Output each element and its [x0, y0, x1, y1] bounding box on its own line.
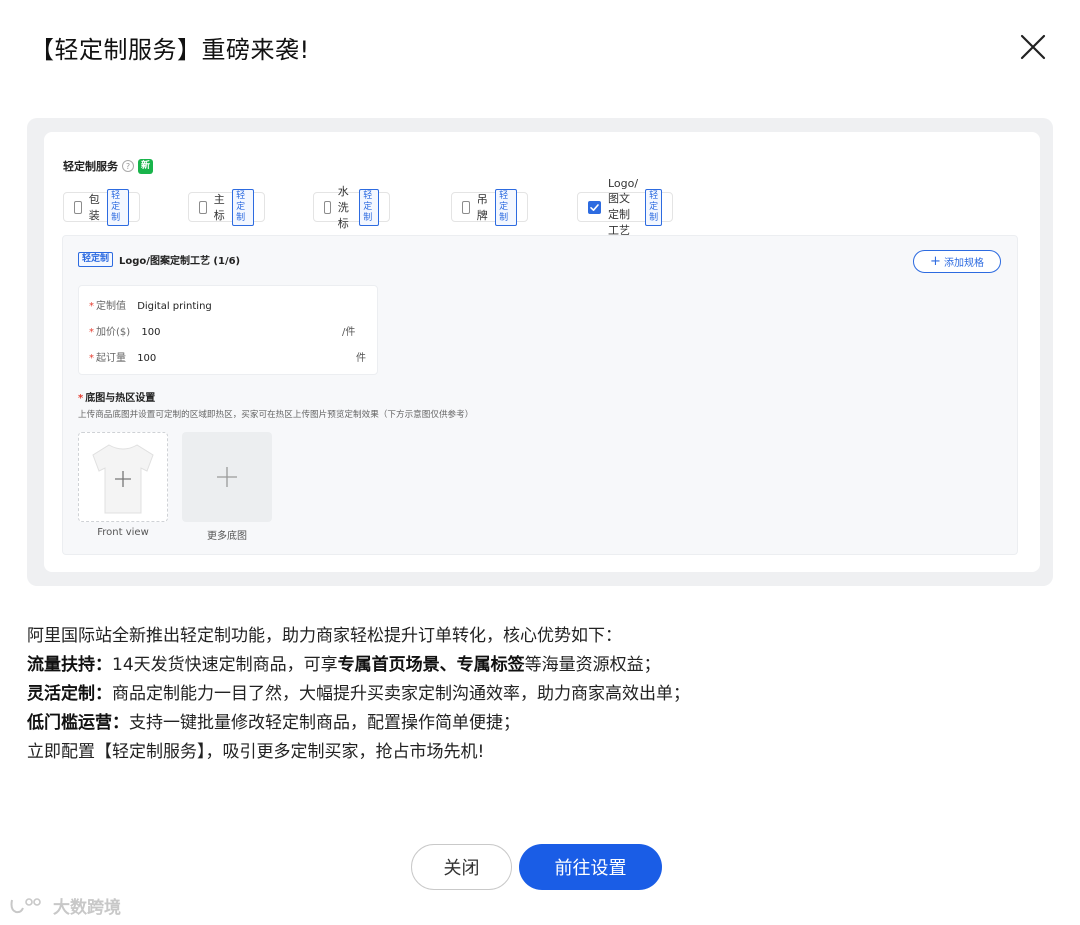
option-main-label[interactable]: 主标 轻定制: [188, 188, 266, 226]
tshirt-icon: [92, 444, 154, 514]
checkbox[interactable]: [462, 200, 470, 214]
light-custom-tag: 轻定制: [107, 188, 130, 226]
description-intro: 阿里国际站全新推出轻定制功能，助力商家轻松提升订单转化，核心优势如下：: [27, 626, 622, 646]
option-label: Logo/图文定制工艺: [608, 176, 639, 237]
option-packaging[interactable]: 包装 轻定制: [63, 188, 141, 226]
option-hang-tag[interactable]: 吊牌 轻定制: [451, 188, 529, 226]
spec-value[interactable]: 100: [137, 353, 156, 364]
plus-icon: [217, 467, 237, 487]
light-custom-tag: 轻定制: [232, 188, 255, 226]
close-button[interactable]: 关闭: [411, 844, 512, 890]
option-logo[interactable]: Logo/图文定制工艺 轻定制: [577, 177, 674, 237]
option-label: 水洗标: [337, 185, 349, 230]
checkbox[interactable]: [74, 200, 82, 214]
light-custom-tag: 轻定制: [359, 188, 379, 226]
more-images-upload[interactable]: [182, 432, 272, 522]
description-line-low-barrier: 低门槛运营：支持一键批量修改轻定制商品，配置操作简单便捷；: [27, 713, 520, 733]
add-spec-button[interactable]: + 添加规格: [913, 250, 1001, 273]
front-view-upload[interactable]: [78, 432, 168, 522]
spec-unit: 件: [356, 353, 366, 364]
service-label: 轻定制服务: [63, 160, 118, 173]
config-header: 轻定制 Logo/图案定制工艺 (1/6): [78, 252, 240, 267]
light-custom-tag: 轻定制: [645, 188, 663, 226]
plus-icon: +: [930, 253, 941, 269]
watermark-text: 大数跨境: [53, 898, 121, 918]
base-image-desc: 上传商品底图并设置可定制的区域即热区，买家可在热区上传图片预览定制效果（下方示意…: [78, 410, 474, 420]
new-badge: 新: [138, 158, 154, 174]
spec-unit: /件: [342, 327, 356, 338]
option-label: 吊牌: [476, 193, 488, 222]
light-custom-tag: 轻定制: [78, 252, 114, 267]
checkbox[interactable]: [324, 200, 331, 214]
spec-value[interactable]: 100: [141, 327, 160, 338]
description-line-traffic: 流量扶持：14天发货快速定制商品，可享专属首页场景、专属标签等海量资源权益；: [27, 655, 661, 675]
description: 阿里国际站全新推出轻定制功能，助力商家轻松提升订单转化，核心优势如下： 流量扶持…: [27, 622, 690, 767]
service-title: 轻定制服务 ? 新: [63, 158, 154, 174]
option-wash-label[interactable]: 水洗标 轻定制: [313, 185, 391, 230]
checkbox[interactable]: [199, 200, 207, 214]
check-icon: [590, 203, 599, 211]
front-view-caption: Front view: [97, 527, 149, 538]
description-line-flexible: 灵活定制：商品定制能力一目了然，大幅提升买卖家定制沟通效率，助力商家高效出单；: [27, 684, 690, 704]
spec-value[interactable]: Digital printing: [137, 301, 212, 312]
description-outro: 立即配置【轻定制服务】，吸引更多定制买家，抢占市场先机!: [27, 742, 485, 762]
dialog: 【轻定制服务】重磅来袭! 轻定制服务 ? 新 包装 轻定制 主标 轻定制 水洗标…: [0, 0, 1080, 925]
add-spec-label: 添加规格: [943, 258, 984, 269]
checkbox-checked[interactable]: [588, 200, 601, 214]
dialog-title: 【轻定制服务】重磅来袭!: [30, 36, 310, 64]
go-settings-button[interactable]: 前往设置: [519, 844, 662, 890]
watermark-logo-icon: [10, 897, 41, 913]
watermark: 大数跨境: [9, 893, 121, 918]
help-icon: ?: [122, 160, 134, 172]
close-icon[interactable]: [1016, 30, 1050, 64]
more-images-caption: 更多底图: [207, 531, 247, 542]
spec-row-value: * 定制值 Digital printing: [89, 301, 212, 312]
option-label: 主标: [213, 193, 225, 222]
base-image-title: * 底图与热区设置: [78, 393, 156, 404]
config-title: Logo/图案定制工艺 (1/6): [119, 256, 241, 267]
option-label: 包装: [88, 193, 100, 222]
spec-values: * 定制值 Digital printing * 加价($) 100 /件 * 起订量…: [78, 285, 378, 375]
spec-row-moq: * 起订量 100: [89, 353, 157, 364]
light-custom-tag: 轻定制: [495, 188, 518, 226]
spec-row-price: * 加价($) 100: [89, 327, 161, 338]
